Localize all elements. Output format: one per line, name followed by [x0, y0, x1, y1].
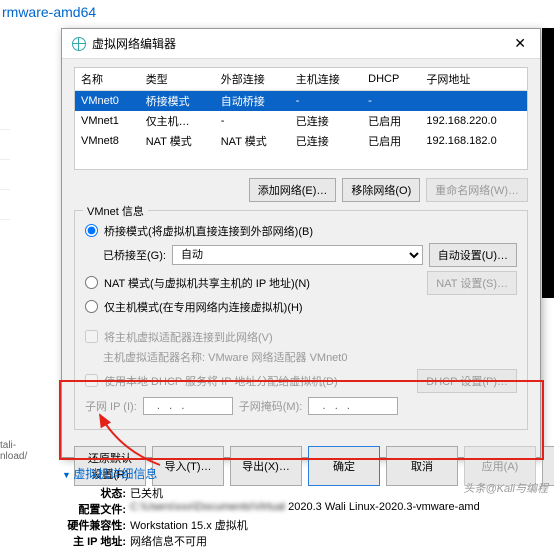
subnet-mask-label: 子网掩码(M): [239, 398, 303, 414]
auto-settings-button[interactable]: 自动设置(U)… [429, 243, 517, 267]
dhcp-checkbox: 使用本地 DHCP 服务将 IP 地址分配给虚拟机(D) [85, 373, 411, 389]
vm-detail-section: 虚拟机详细信息 状态:已关机 配置文件:C:\Users\xxx\Documen… [62, 465, 480, 549]
config-value: C:\Users\xxx\Documents\Virtual 2020.3 Wa… [130, 501, 480, 517]
left-toolbar [0, 100, 10, 220]
remove-network-button[interactable]: 移除网络(O) [342, 178, 420, 202]
bridge-mode-radio[interactable]: 桥接模式(将虚拟机直接连接到外部网络)(B) [85, 223, 517, 239]
table-row[interactable]: VMnet0桥接模式自动桥接-- [75, 91, 528, 112]
network-icon [72, 37, 86, 51]
compat-value: Workstation 15.x 虚拟机 [130, 517, 248, 533]
col-name[interactable]: 名称 [75, 68, 140, 91]
subnet-mask-input [308, 397, 398, 415]
bridge-to-label: 已桥接至(G): [103, 247, 166, 263]
col-subnet[interactable]: 子网地址 [420, 68, 527, 91]
col-type[interactable]: 类型 [140, 68, 215, 91]
vmnet-info-group: VMnet 信息 桥接模式(将虚拟机直接连接到外部网络)(B) 已桥接至(G):… [74, 210, 528, 430]
state-value: 已关机 [130, 485, 163, 501]
compat-label: 硬件兼容性: [62, 517, 126, 533]
ip-value: 网络信息不可用 [130, 533, 207, 549]
background-panel [542, 28, 554, 298]
bridge-to-select[interactable]: 自动 [172, 245, 423, 265]
nat-settings-button: NAT 设置(S)… [427, 271, 517, 295]
col-dhcp[interactable]: DHCP [362, 68, 420, 91]
col-host[interactable]: 主机连接 [290, 68, 362, 91]
col-ext[interactable]: 外部连接 [215, 68, 290, 91]
add-network-button[interactable]: 添加网络(E)… [249, 178, 337, 202]
table-row[interactable]: VMnet8NAT 模式NAT 模式已连接已启用192.168.182.0 [75, 131, 528, 151]
detail-heading[interactable]: 虚拟机详细信息 [62, 465, 480, 482]
adapter-name-label: 主机虚拟适配器名称: VMware 网络适配器 VMnet0 [85, 349, 517, 365]
rename-network-button: 重命名网络(W)… [426, 178, 528, 202]
header-breadcrumb[interactable]: rmware-amd64 [0, 0, 554, 24]
hostonly-mode-radio[interactable]: 仅主机模式(在专用网络内连接虚拟机)(H) [85, 299, 517, 315]
dialog-title-text: 虚拟网络编辑器 [92, 35, 510, 52]
table-row[interactable]: VMnet1仅主机…-已连接已启用192.168.220.0 [75, 111, 528, 131]
state-label: 状态: [62, 485, 126, 501]
left-hint: tali- nload/ [0, 440, 27, 462]
subnet-ip-label: 子网 IP (I): [85, 398, 137, 414]
ip-label: 主 IP 地址: [62, 533, 126, 549]
config-label: 配置文件: [62, 501, 126, 517]
subnet-ip-input [143, 397, 233, 415]
close-icon[interactable]: ✕ [510, 35, 530, 52]
dialog-titlebar: 虚拟网络编辑器 ✕ [62, 29, 540, 59]
network-table[interactable]: 名称 类型 外部连接 主机连接 DHCP 子网地址 VMnet0桥接模式自动桥接… [74, 67, 528, 170]
connect-host-adapter-checkbox: 将主机虚拟适配器连接到此网络(V) [85, 329, 517, 345]
watermark: 头条@Kali与编程 [463, 480, 548, 496]
nat-mode-radio[interactable]: NAT 模式(与虚拟机共享主机的 IP 地址)(N) [85, 275, 421, 291]
dhcp-settings-button: DHCP 设置(P)… [417, 369, 517, 393]
group-title: VMnet 信息 [83, 203, 148, 219]
virtual-network-editor-dialog: 虚拟网络编辑器 ✕ 名称 类型 外部连接 主机连接 DHCP 子网地址 VMne… [61, 28, 541, 458]
